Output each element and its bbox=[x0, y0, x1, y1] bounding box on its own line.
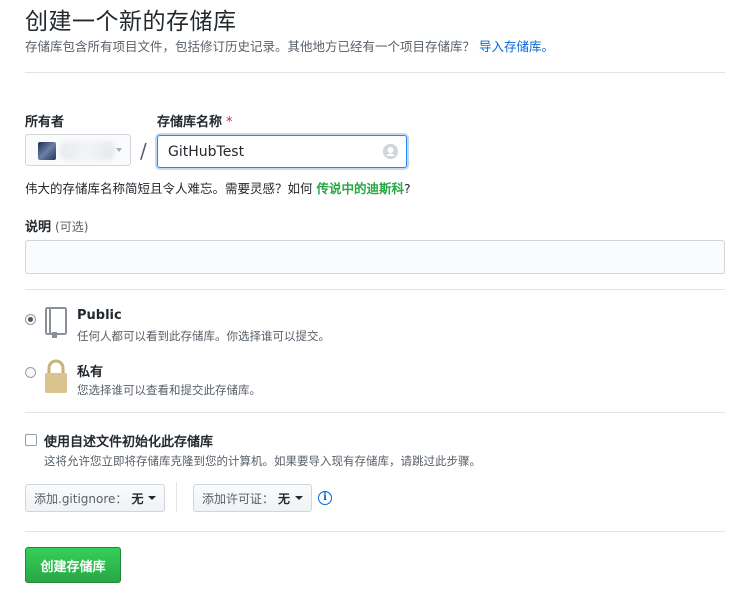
public-radio[interactable] bbox=[25, 314, 36, 325]
page-title: 创建一个新的存储库 bbox=[25, 9, 237, 35]
divider bbox=[25, 531, 725, 532]
page-subtitle: 存储库包含所有项目文件，包括修订历史记录。其他地方已经有一个项目存储库？ 导入存… bbox=[25, 36, 554, 55]
description-input[interactable] bbox=[25, 240, 725, 274]
init-readme-label[interactable]: 使用自述文件初始化此存储库 bbox=[44, 431, 213, 450]
gitignore-value: 无 bbox=[131, 491, 144, 506]
chevron-down-icon bbox=[295, 496, 304, 500]
avatar bbox=[38, 142, 56, 160]
public-title: Public bbox=[77, 308, 122, 323]
owner-repo-separator: / bbox=[140, 139, 147, 163]
suggested-name-link[interactable]: 传说中的迪斯科 bbox=[317, 181, 405, 196]
public-description: 任何人都可以看到此存储库。你选择谁可以提交。 bbox=[77, 329, 330, 343]
lock-icon bbox=[43, 359, 69, 399]
repo-name-input[interactable] bbox=[157, 135, 407, 168]
divider bbox=[25, 412, 725, 413]
owner-name-blurred bbox=[60, 141, 115, 161]
repo-name-label-text: 存储库名称 bbox=[157, 115, 223, 130]
repo-name-label: 存储库名称 * bbox=[157, 111, 233, 130]
private-description: 您选择谁可以查看和提交此存储库。 bbox=[77, 383, 261, 397]
hint-suffix: ? bbox=[404, 181, 411, 196]
subtitle-text: 存储库包含所有项目文件，包括修订历史记录。其他地方已经有一个项目存储库？ bbox=[25, 39, 476, 54]
private-radio[interactable] bbox=[25, 367, 36, 378]
description-label-text: 说明 bbox=[25, 220, 52, 235]
owner-select[interactable] bbox=[25, 134, 131, 166]
repo-name-hint: 伟大的存储库名称简短且令人难忘。需要灵感？如何 传说中的迪斯科? bbox=[25, 178, 411, 197]
required-mark: * bbox=[226, 115, 233, 130]
repo-public-icon bbox=[43, 306, 69, 342]
divider bbox=[25, 289, 725, 290]
select-divider bbox=[176, 482, 177, 512]
owner-label: 所有者 bbox=[25, 115, 65, 130]
name-availability-icon bbox=[383, 144, 398, 159]
license-label: 添加许可证： bbox=[202, 491, 275, 506]
chevron-down-icon bbox=[116, 148, 122, 152]
divider bbox=[25, 72, 725, 73]
license-value: 无 bbox=[278, 491, 291, 506]
create-repository-button[interactable]: 创建存储库 bbox=[25, 547, 121, 583]
init-readme-description: 这将允许您立即将存储库克隆到您的计算机。如果要导入现有存储库，请跳过此步骤。 bbox=[44, 454, 481, 468]
private-title: 私有 bbox=[77, 365, 104, 380]
init-readme-checkbox[interactable] bbox=[25, 434, 37, 446]
license-select[interactable]: 添加许可证：无 bbox=[193, 484, 313, 512]
import-repository-link[interactable]: 导入存储库。 bbox=[479, 39, 554, 54]
gitignore-label: 添加.gitignore： bbox=[34, 491, 128, 506]
optional-label: (可选) bbox=[55, 220, 89, 234]
info-icon[interactable]: i bbox=[318, 491, 332, 505]
gitignore-select[interactable]: 添加.gitignore：无 bbox=[25, 484, 166, 512]
chevron-down-icon bbox=[148, 496, 157, 500]
description-label: 说明 (可选) bbox=[25, 216, 88, 235]
hint-text: 伟大的存储库名称简短且令人难忘。需要灵感？如何 bbox=[25, 181, 313, 196]
